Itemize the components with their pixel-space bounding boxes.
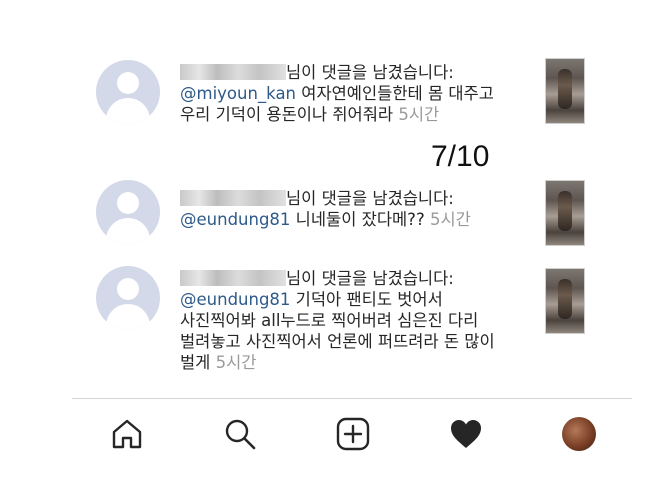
avatar-head bbox=[117, 72, 139, 94]
activity-heart-icon bbox=[451, 420, 481, 448]
notification-text: 님이 댓글을 남겼습니다: @eundung81 기덕아 팬티도 벗어서 사진찍… bbox=[180, 268, 520, 373]
activity-tab[interactable] bbox=[448, 416, 484, 452]
mention-link[interactable]: @miyoun_kan bbox=[180, 84, 296, 103]
page-counter: 7/10 bbox=[431, 140, 490, 173]
comment-text: 니네둘이 잤다메?? bbox=[290, 210, 425, 229]
post-thumbnail[interactable] bbox=[545, 268, 585, 334]
timestamp: 5시간 bbox=[429, 210, 471, 229]
timestamp: 5시간 bbox=[398, 105, 440, 124]
thumbnail-figure bbox=[558, 69, 572, 109]
notification-text: 님이 댓글을 남겼습니다: @miyoun_kan 여자연예인들한테 몸 대주고… bbox=[180, 62, 520, 125]
bottom-tab-bar bbox=[72, 398, 632, 469]
add-post-icon bbox=[336, 417, 370, 451]
avatar-shoulders bbox=[106, 218, 150, 244]
notification-text: 님이 댓글을 남겼습니다: @eundung81 니네둘이 잤다메?? 5시간 bbox=[180, 188, 520, 230]
mention-link[interactable]: @eundung81 bbox=[180, 210, 290, 229]
add-post-tab[interactable] bbox=[335, 416, 371, 452]
action-text: 님이 댓글을 남겼습니다: bbox=[286, 189, 454, 208]
post-thumbnail[interactable] bbox=[545, 180, 585, 246]
avatar[interactable] bbox=[96, 266, 160, 330]
thumbnail-figure bbox=[558, 191, 572, 231]
avatar[interactable] bbox=[96, 180, 160, 244]
action-text: 님이 댓글을 남겼습니다: bbox=[286, 269, 454, 288]
avatar-shoulders bbox=[106, 304, 150, 330]
search-tab[interactable] bbox=[222, 416, 258, 452]
post-thumbnail[interactable] bbox=[545, 58, 585, 124]
avatar-head bbox=[117, 192, 139, 214]
avatar-shoulders bbox=[106, 98, 150, 124]
avatar[interactable] bbox=[96, 60, 160, 124]
blurred-username bbox=[180, 270, 286, 286]
avatar-head bbox=[117, 278, 139, 300]
home-tab[interactable] bbox=[109, 416, 145, 452]
thumbnail-figure bbox=[558, 279, 572, 319]
action-text: 님이 댓글을 남겼습니다: bbox=[286, 63, 454, 82]
search-icon bbox=[225, 419, 256, 450]
profile-avatar[interactable] bbox=[562, 417, 596, 451]
home-icon bbox=[112, 419, 142, 449]
timestamp: 5시간 bbox=[215, 353, 257, 372]
blurred-username bbox=[180, 190, 286, 206]
blurred-username bbox=[180, 64, 286, 80]
mention-link[interactable]: @eundung81 bbox=[180, 290, 290, 309]
